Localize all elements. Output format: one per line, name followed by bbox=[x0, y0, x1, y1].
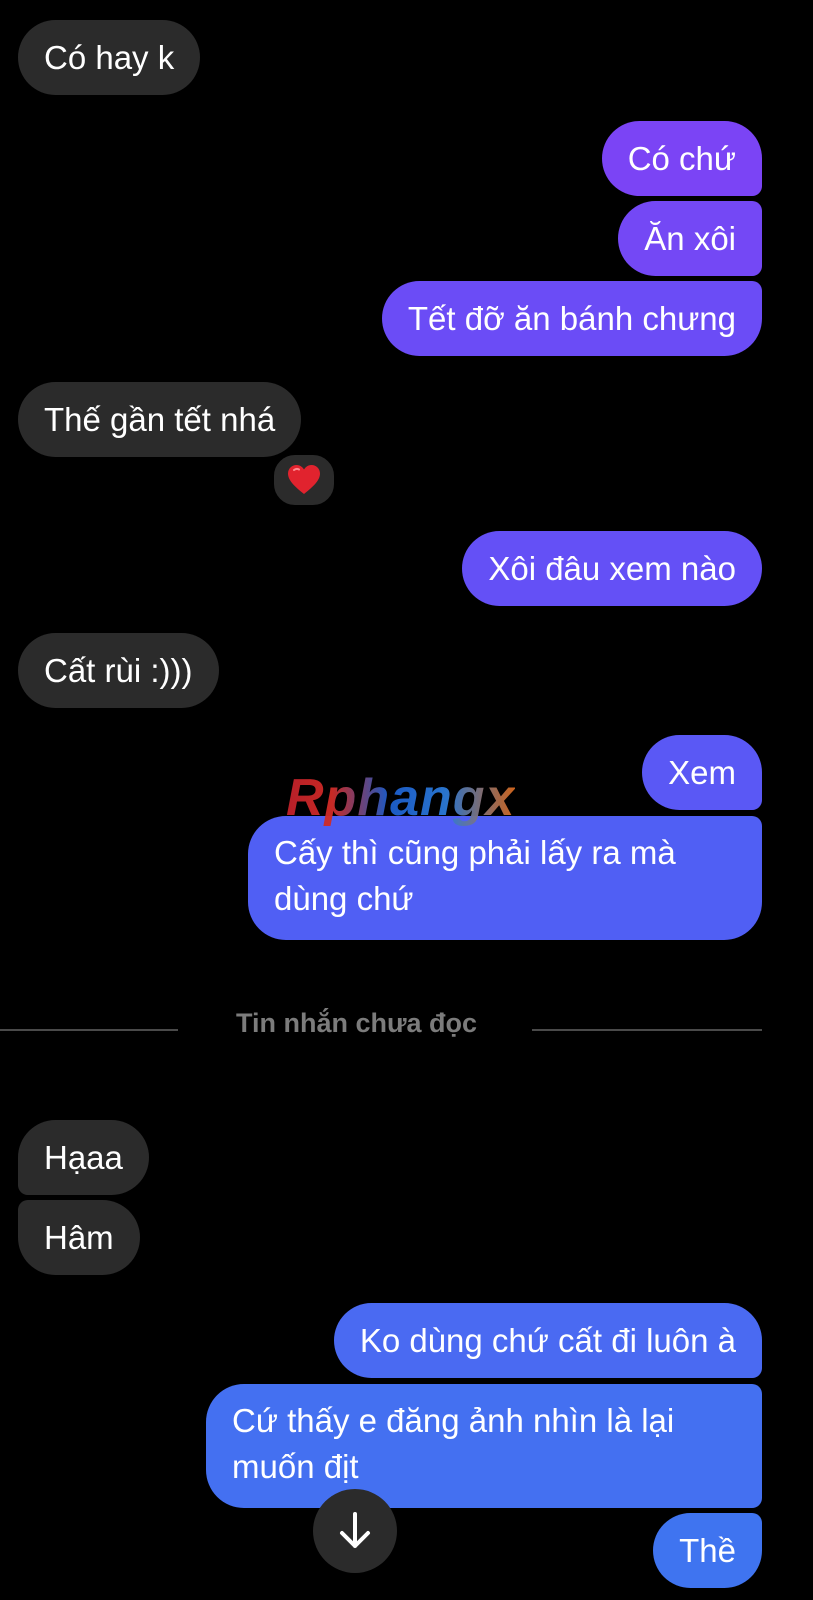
message-outgoing[interactable]: Thề bbox=[653, 1513, 762, 1588]
message-incoming[interactable]: Có hay k bbox=[18, 20, 201, 95]
message-outgoing[interactable]: Xem bbox=[642, 735, 762, 810]
heart-icon bbox=[287, 464, 321, 496]
message-outgoing[interactable]: Xôi đâu xem nào bbox=[462, 531, 762, 606]
arrow-down-svg bbox=[340, 1512, 370, 1548]
heart-svg bbox=[288, 465, 320, 494]
message-outgoing[interactable]: Có chứ bbox=[601, 121, 762, 196]
watermark-logo: Rphangx bbox=[286, 769, 516, 827]
message-outgoing[interactable]: Ko dùng chứ cất đi luôn à bbox=[333, 1303, 762, 1378]
scroll-to-bottom-button[interactable] bbox=[313, 1489, 397, 1573]
divider-line-right bbox=[532, 1029, 762, 1031]
message-incoming[interactable]: Thế gần tết nhá bbox=[18, 382, 302, 457]
message-outgoing[interactable]: Ăn xôi bbox=[618, 201, 762, 276]
message-incoming[interactable]: Hâm bbox=[18, 1200, 140, 1275]
reaction-badge[interactable] bbox=[270, 451, 338, 509]
message-outgoing[interactable]: Tết đỡ ăn bánh chưng bbox=[381, 281, 762, 356]
unread-divider-label: Tin nhắn chưa đọc bbox=[235, 1008, 478, 1038]
arrow-down-icon bbox=[337, 1511, 373, 1551]
message-outgoing[interactable]: Cứ thấy e đăng ảnh nhìn là lại muốn địt bbox=[206, 1384, 762, 1508]
message-incoming[interactable]: Hạaa bbox=[18, 1120, 149, 1195]
message-outgoing[interactable]: Cấy thì cũng phải lấy ra mà dùng chứ bbox=[248, 816, 762, 940]
message-incoming[interactable]: Cất rùi :))) bbox=[18, 633, 219, 708]
